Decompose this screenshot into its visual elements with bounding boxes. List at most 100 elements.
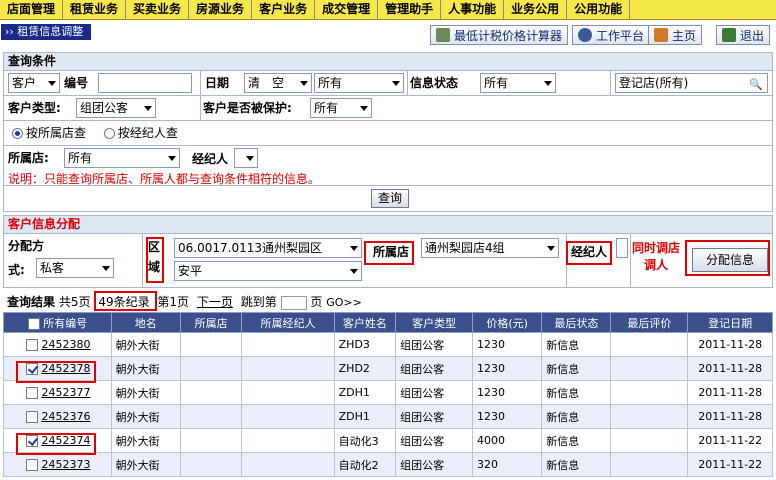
cell-agent — [241, 452, 335, 477]
menu-item-0[interactable]: 店面管理 — [0, 0, 64, 19]
cell-eval — [610, 332, 689, 357]
chevron-down-icon — [144, 106, 152, 111]
cell-price: 1230 — [472, 332, 543, 357]
query-mode-row: 按所属店查 按经纪人查 — [3, 121, 773, 146]
cell-date: 2011-11-28 — [687, 380, 773, 405]
menu-item-1[interactable]: 租赁业务 — [63, 0, 127, 19]
column-header-2: 所属店 — [179, 312, 243, 333]
cell-eval — [610, 356, 689, 381]
page-jump-input[interactable] — [280, 295, 307, 310]
cell-date: 2011-11-22 — [687, 452, 773, 477]
assign-store-select[interactable]: 通州梨园店4组 — [421, 238, 559, 258]
cell-agent — [241, 380, 335, 405]
cell-type: 组团公客 — [395, 404, 474, 429]
cell-place: 朝外大街 — [110, 428, 181, 453]
row-id-link[interactable]: 2452377 — [42, 386, 91, 399]
cell-store — [179, 380, 243, 405]
workbench-button[interactable]: 工作平台 — [572, 25, 651, 45]
select-all-checkbox[interactable] — [27, 317, 40, 330]
agent-select[interactable] — [234, 148, 258, 168]
highlight-store — [364, 241, 414, 265]
cell-place: 朝外大街 — [110, 356, 181, 381]
radio-by-store[interactable]: 按所属店查 — [12, 126, 86, 140]
cell-name: ZHD3 — [333, 332, 397, 357]
cell-status: 新信息 — [541, 428, 612, 453]
cell-status: 新信息 — [541, 404, 612, 429]
row-checkbox[interactable] — [26, 387, 38, 399]
cell-status: 新信息 — [541, 380, 612, 405]
table-row: 2452374 朝外大街 自动化3 组团公客 4000 新信息 2011-11-22 — [3, 428, 773, 453]
column-header-7: 最后状态 — [541, 312, 612, 333]
chevron-down-icon — [544, 81, 552, 86]
menu-item-4[interactable]: 客户业务 — [252, 0, 316, 19]
chevron-down-icon — [350, 269, 358, 274]
query-row-2: 客户类型: 组团公客 客户是否被保护: 所有 — [3, 96, 773, 121]
cell-eval — [610, 428, 689, 453]
home-icon — [654, 28, 668, 42]
next-page-link[interactable]: 下一页 — [197, 295, 233, 309]
protect-select[interactable]: 所有 — [310, 98, 372, 118]
column-header-4: 客户姓名 — [333, 312, 397, 333]
assign-method-label: 分配方 — [8, 239, 45, 253]
cell-store — [179, 332, 243, 357]
customer-select[interactable]: 客户 — [8, 73, 60, 93]
row-id-link[interactable]: 2452380 — [42, 338, 91, 351]
menu-item-6[interactable]: 管理助手 — [378, 0, 442, 19]
exit-button[interactable]: 退出 — [716, 25, 771, 45]
column-header-9: 登记日期 — [687, 312, 773, 333]
cell-agent — [241, 404, 335, 429]
highlight-records — [94, 291, 157, 311]
transfer-label-2: 调人 — [644, 258, 669, 272]
belong-store-select[interactable]: 所有 — [64, 148, 180, 168]
radio-by-agent[interactable]: 按经纪人查 — [103, 126, 178, 140]
go-link[interactable]: GO>> — [326, 296, 362, 309]
cell-name: ZHD2 — [333, 356, 397, 381]
chevron-down-icon — [48, 81, 56, 86]
cell-price: 1230 — [472, 356, 543, 381]
menu-item-5[interactable]: 成交管理 — [315, 0, 379, 19]
register-store-input[interactable]: 登记店(所有) 🔍 — [615, 73, 768, 93]
customer-type-select[interactable]: 组团公客 — [76, 98, 156, 118]
query-button-row: 查询 — [3, 186, 773, 212]
menu-item-2[interactable]: 买卖业务 — [126, 0, 190, 19]
row-checkbox[interactable] — [26, 459, 38, 471]
date-clear-select[interactable]: 清 空 — [244, 73, 312, 93]
assign-method-select[interactable]: 私客 — [36, 258, 114, 278]
assign-agent-select[interactable] — [616, 238, 628, 258]
row-checkbox[interactable] — [26, 339, 38, 351]
column-header-6: 价格(元) — [472, 312, 543, 333]
id-input[interactable] — [98, 73, 192, 93]
cell-place: 朝外大街 — [110, 452, 181, 477]
area-select-1[interactable]: 06.0017.0113通州梨园区 — [174, 238, 362, 258]
cell-place: 朝外大街 — [110, 404, 181, 429]
row-checkbox[interactable] — [26, 411, 38, 423]
column-header-1: 地名 — [110, 312, 181, 333]
menu-item-8[interactable]: 业务公用 — [504, 0, 568, 19]
chevron-down-icon — [246, 156, 254, 161]
row-id-link[interactable]: 2452373 — [42, 458, 91, 471]
tax-calculator-button[interactable]: 最低计税价格计算器 — [430, 25, 569, 45]
query-button[interactable]: 查询 — [371, 189, 409, 208]
home-button[interactable]: 主页 — [648, 25, 703, 45]
date-select[interactable]: 所有 — [314, 73, 404, 93]
table-row: 2452376 朝外大街 ZDH1 组团公客 1230 新信息 2011-11-28 — [3, 404, 773, 429]
row-id-link[interactable]: 2452376 — [42, 410, 91, 423]
user-icon — [578, 28, 592, 42]
menu-item-3[interactable]: 房源业务 — [189, 0, 253, 19]
cell-date: 2011-11-28 — [687, 356, 773, 381]
protect-label: 客户是否被保护: — [203, 101, 292, 115]
cell-agent — [241, 428, 335, 453]
main-menu-bar: 店面管理 租赁业务 买卖业务 房源业务 客户业务 成交管理 管理助手 人事功能 业务公用 公用功能 — [0, 0, 776, 20]
area-select-2[interactable]: 安平 — [174, 261, 362, 281]
cell-date: 2011-11-22 — [687, 428, 773, 453]
menu-item-7[interactable]: 人事功能 — [441, 0, 505, 19]
customer-type-label: 客户类型: — [8, 101, 61, 115]
result-summary: 查询结果 共5页 49条纪录 第1页 下一页 跳到第 页 GO>> — [7, 295, 362, 310]
cell-type: 组团公客 — [395, 380, 474, 405]
cell-status: 新信息 — [541, 356, 612, 381]
exit-icon — [722, 28, 736, 42]
status-select[interactable]: 所有 — [480, 73, 556, 93]
cell-store — [179, 356, 243, 381]
menu-item-9[interactable]: 公用功能 — [567, 0, 631, 19]
chevron-down-icon — [102, 266, 110, 271]
